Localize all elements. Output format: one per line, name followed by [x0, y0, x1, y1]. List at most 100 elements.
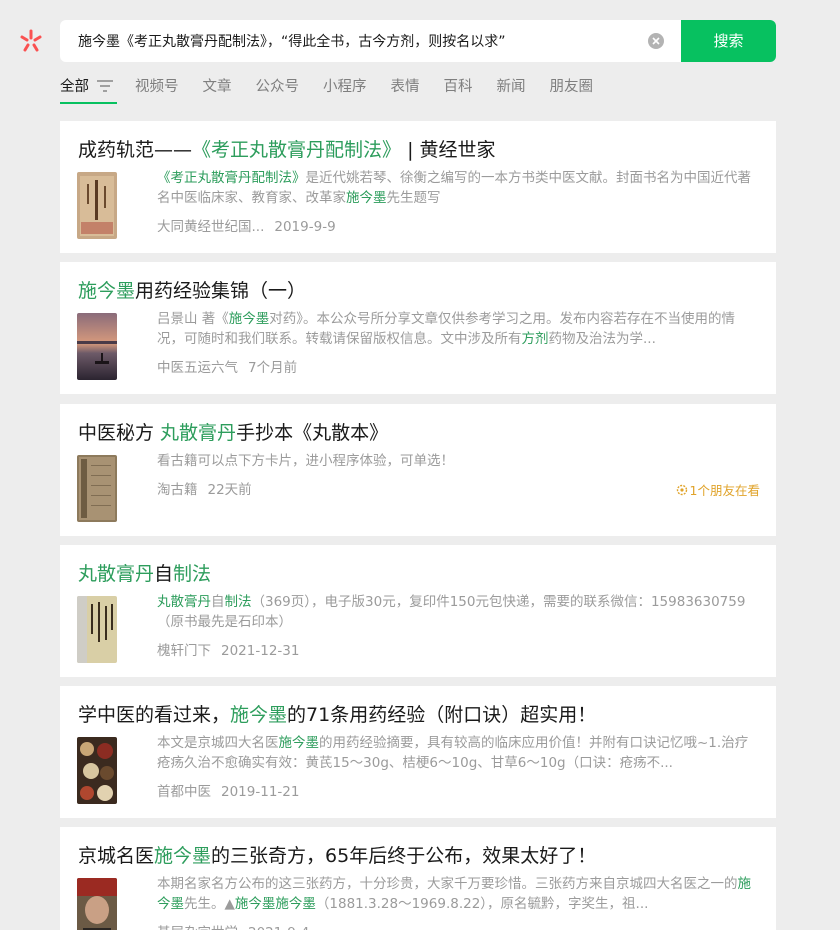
- result-meta: 首都中医 2019-11-21: [157, 780, 761, 800]
- text-segment: 自: [154, 563, 174, 585]
- result-title[interactable]: 成药轨范——《考正丸散膏丹配制法》 | 黄经世家: [78, 135, 496, 162]
- result-card[interactable]: 丸散膏丹自制法 丸散膏丹自制法（369页），电子版30元，复印件150元包快递，需…: [60, 545, 776, 677]
- result-title[interactable]: 京城名医施今墨的三张奇方，65年后终于公布，效果太好了！: [78, 841, 596, 868]
- text-segment: 京城名医: [78, 845, 155, 867]
- result-card[interactable]: 成药轨范——《考正丸散膏丹配制法》 | 黄经世家《考正丸散膏丹配制法》是近代姚若…: [60, 121, 776, 253]
- tab-label: 表情: [390, 79, 420, 95]
- result-meta: 中医五运六气 7个月前: [157, 356, 761, 376]
- friends-icon: [676, 484, 687, 496]
- result-card[interactable]: 中医秘方 丸散膏丹手抄本《丸散本》看古籍可以点下方卡片，进小程序体验，可单选！ 淘…: [60, 404, 776, 536]
- result-title[interactable]: 施今墨用药经验集锦（一）: [78, 276, 306, 303]
- result-thumbnail[interactable]: [77, 596, 117, 663]
- text-segment: 的71条用药经验（附口诀）超实用！: [287, 704, 597, 726]
- result-card[interactable]: 京城名医施今墨的三张奇方，65年后终于公布，效果太好了！ 本期名家名方公布的这三张…: [60, 827, 776, 930]
- result-thumbnail[interactable]: [77, 313, 117, 380]
- search-button[interactable]: 搜索: [681, 20, 776, 62]
- result-meta: 槐轩门下 2021-12-31: [157, 639, 761, 659]
- result-title[interactable]: 学中医的看过来，施今墨的71条用药经验（附口诀）超实用！: [78, 700, 596, 727]
- result-description: 吕景山 著《施今墨对药》。本公众号所分享文章仅供参考学习之用。发布内容若存在不当…: [157, 309, 761, 349]
- result-source[interactable]: 淘古籍: [157, 482, 198, 498]
- tab-label: 朋友圈: [549, 79, 594, 95]
- result-date: 2021-9-4: [248, 925, 309, 930]
- result-card[interactable]: 施今墨用药经验集锦（一） 吕景山 著《施今墨对药》。本公众号所分享文章仅供参考学习…: [60, 262, 776, 394]
- result-description: 本文是京城四大名医施今墨的用药经验摘要，具有较高的临床应用价值！并附有口诀记忆哦…: [157, 733, 761, 773]
- tab-label: 百科: [443, 79, 473, 95]
- tab-1[interactable]: 视频号: [135, 76, 179, 104]
- tab-label: 文章: [202, 79, 232, 95]
- result-date: 22天前: [207, 482, 252, 498]
- result-body: 《考正丸散膏丹配制法》是近代姚若琴、徐衡之编写的一本方书类中医文献。封面书名为中…: [157, 168, 761, 235]
- tab-6[interactable]: 百科: [444, 76, 473, 104]
- filter-icon[interactable]: [97, 79, 113, 92]
- result-thumbnail[interactable]: [77, 455, 117, 522]
- keyword-highlight: 施今墨: [78, 280, 136, 302]
- friends-watching-label: 1个朋友在看: [689, 483, 760, 498]
- result-description: 《考正丸散膏丹配制法》是近代姚若琴、徐衡之编写的一本方书类中医文献。封面书名为中…: [157, 168, 761, 208]
- tab-8[interactable]: 朋友圈: [550, 76, 594, 104]
- clear-icon[interactable]: [648, 33, 664, 49]
- result-body: 看古籍可以点下方卡片，进小程序体验，可单选！ 淘古籍 22天前: [157, 451, 761, 498]
- keyword-highlight: 制法: [173, 563, 212, 585]
- text-segment: 先生。▲: [184, 896, 235, 912]
- tab-label: 公众号: [255, 79, 300, 95]
- result-body: 本期名家名方公布的这三张药方，十分珍贵，大家千万要珍惜。三张药方来自京城四大名医…: [157, 874, 761, 930]
- text-segment: 本文是京城四大名医: [157, 735, 279, 751]
- search-box: 搜索: [60, 20, 776, 62]
- result-meta: 大同黄经世纪国... 2019-9-9: [157, 215, 761, 235]
- text-segment: 的三张奇方，65年后终于公布，效果太好了！: [211, 845, 597, 867]
- text-segment: 看古籍可以点下方卡片，进小程序体验，可单选！: [157, 453, 454, 469]
- result-date: 2019-9-9: [274, 219, 336, 235]
- keyword-highlight: 制法: [224, 594, 252, 610]
- result-date: 7个月前: [248, 360, 298, 376]
- keyword-highlight: 施今墨: [230, 704, 288, 726]
- tab-4[interactable]: 小程序: [323, 76, 367, 104]
- text-segment: 中医秘方: [78, 422, 161, 444]
- result-title[interactable]: 中医秘方 丸散膏丹手抄本《丸散本》: [78, 418, 388, 445]
- text-segment: 本期名家名方公布的这三张药方，十分珍贵，大家千万要珍惜。三张药方来自京城四大名医…: [157, 876, 738, 892]
- text-segment: （1881.3.28～1969.8.22），原名毓黔，字奖生，祖...: [315, 896, 649, 912]
- search-input[interactable]: [60, 20, 680, 62]
- result-date: 2019-11-21: [221, 784, 300, 800]
- keyword-highlight: 丸散膏丹: [78, 563, 155, 585]
- result-source[interactable]: 基层杂字世学: [157, 925, 238, 930]
- result-description: 本期名家名方公布的这三张药方，十分珍贵，大家千万要珍惜。三张药方来自京城四大名医…: [157, 874, 761, 914]
- result-source[interactable]: 中医五运六气: [157, 360, 238, 376]
- keyword-highlight: 施今墨: [228, 311, 270, 327]
- keyword-highlight: 丸散膏丹: [160, 422, 237, 444]
- keyword-highlight: 《考正丸散膏丹配制法》: [192, 139, 402, 161]
- keyword-highlight: 施今墨: [346, 190, 387, 206]
- result-thumbnail[interactable]: [77, 878, 117, 930]
- result-source[interactable]: 首都中医: [157, 784, 211, 800]
- tab-2[interactable]: 文章: [203, 76, 232, 104]
- text-segment: 药物及治法为学...: [548, 331, 656, 347]
- keyword-highlight: 施今墨施今墨: [234, 896, 316, 912]
- friends-watching[interactable]: 1个朋友在看: [676, 480, 760, 499]
- result-meta: 基层杂字世学 2021-9-4: [157, 921, 761, 930]
- result-source[interactable]: 大同黄经世纪国...: [157, 219, 264, 235]
- result-title[interactable]: 丸散膏丹自制法: [78, 559, 211, 586]
- tab-label: 新闻: [496, 79, 526, 95]
- keyword-highlight: 《考正丸散膏丹配制法》: [157, 170, 306, 186]
- result-meta: 淘古籍 22天前: [157, 478, 761, 498]
- tab-7[interactable]: 新闻: [497, 76, 526, 104]
- category-tabs: 全部 视频号 文章 公众号 小程序 表情 百科 新闻 朋友圈: [60, 76, 617, 106]
- text-segment: 手抄本《丸散本》: [236, 422, 389, 444]
- text-segment: 用药经验集锦（一）: [135, 280, 307, 302]
- result-body: 吕景山 著《施今墨对药》。本公众号所分享文章仅供参考学习之用。发布内容若存在不当…: [157, 309, 761, 376]
- result-source[interactable]: 槐轩门下: [157, 643, 211, 659]
- tab-label: 小程序: [323, 79, 367, 95]
- result-thumbnail[interactable]: [77, 737, 117, 804]
- result-description: 丸散膏丹自制法（369页），电子版30元，复印件150元包快递，需要的联系微信：…: [157, 592, 761, 632]
- result-date: 2021-12-31: [221, 643, 300, 659]
- text-segment: | 黄经世家: [401, 139, 496, 161]
- text-segment: 先生题写: [386, 190, 441, 206]
- result-description: 看古籍可以点下方卡片，进小程序体验，可单选！: [157, 451, 761, 471]
- tab-0[interactable]: 全部: [60, 76, 117, 104]
- wechat-search-logo-icon[interactable]: [17, 28, 45, 56]
- tab-label: 视频号: [135, 79, 179, 95]
- result-card[interactable]: 学中医的看过来，施今墨的71条用药经验（附口诀）超实用！ 本文是京城四大名医施今墨…: [60, 686, 776, 818]
- tab-5[interactable]: 表情: [391, 76, 420, 104]
- tab-3[interactable]: 公众号: [256, 76, 300, 104]
- text-segment: 吕景山 著《: [157, 311, 229, 327]
- result-thumbnail[interactable]: [77, 172, 117, 239]
